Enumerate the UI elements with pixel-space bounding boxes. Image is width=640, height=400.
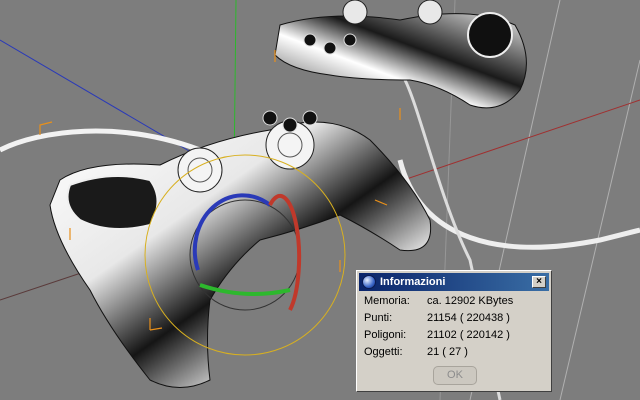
info-row-points: Punti: 21154 ( 220438 ) (363, 311, 543, 328)
info-globe-icon (362, 275, 376, 289)
dialog-titlebar[interactable]: Informazioni × (359, 273, 549, 291)
controller-cable (0, 128, 201, 153)
dialog-title: Informazioni (380, 276, 446, 288)
info-label: Punti: (364, 312, 393, 324)
info-value: 21102 ( 220142 ) (427, 329, 510, 341)
info-table: Memoria: ca. 12902 KBytes Punti: 21154 (… (363, 294, 543, 362)
info-label: Oggetti: (364, 346, 403, 358)
close-button[interactable]: × (532, 276, 546, 288)
info-value: 21 ( 27 ) (427, 346, 468, 358)
info-value: 21154 ( 220438 ) (427, 312, 510, 324)
3d-viewport[interactable]: Informazioni × Memoria: ca. 12902 KBytes… (0, 0, 640, 400)
info-row-objects: Oggetti: 21 ( 27 ) (363, 345, 543, 362)
back-gamepad (274, 0, 527, 109)
info-value: ca. 12902 KBytes (427, 295, 514, 307)
ok-button[interactable]: OK (433, 366, 477, 385)
info-label: Poligoni: (364, 329, 407, 341)
info-row-memory: Memoria: ca. 12902 KBytes (363, 294, 543, 311)
info-label: Memoria: (364, 295, 410, 307)
info-dialog: Informazioni × Memoria: ca. 12902 KBytes… (356, 270, 552, 392)
info-row-polygons: Poligoni: 21102 ( 220142 ) (363, 328, 543, 345)
